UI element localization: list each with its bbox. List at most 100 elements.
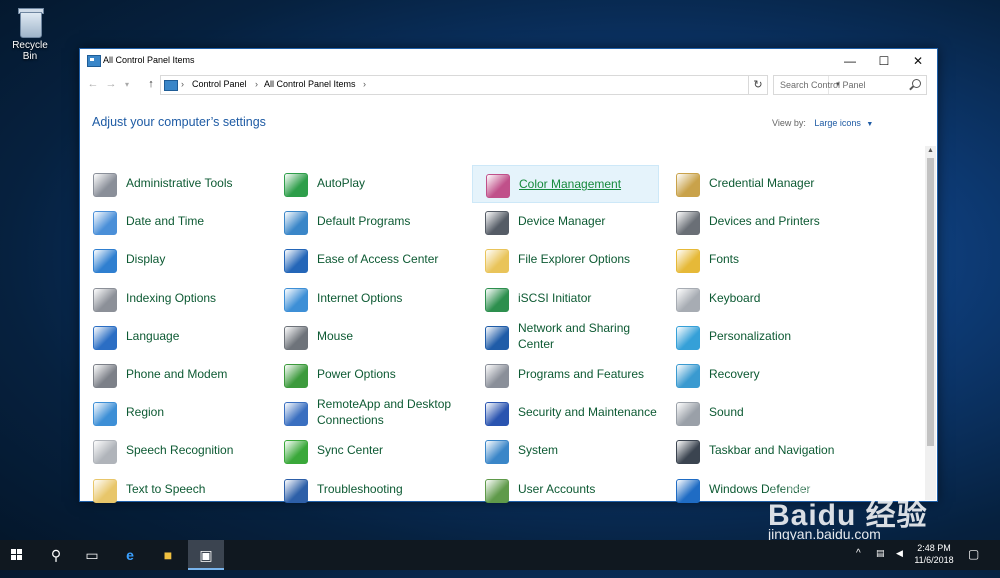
maximize-button[interactable]: ☐ <box>867 49 901 73</box>
control-panel-item[interactable]: Recovery <box>663 356 848 392</box>
control-panel-item[interactable]: Fonts <box>663 241 848 277</box>
control-panel-item[interactable]: Phone and Modem <box>80 356 265 392</box>
recycle-bin-label: Recycle Bin <box>12 40 48 62</box>
control-panel-item-label: Ease of Access Center <box>317 252 439 266</box>
recent-locations-chevron-icon[interactable]: ▾ <box>120 80 134 89</box>
phone-modem-icon <box>93 364 117 388</box>
control-panel-item[interactable]: Internet Options <box>271 280 456 316</box>
system-icon <box>485 440 509 464</box>
view-by: View by: Large icons ▼ <box>772 118 873 128</box>
control-panel-item-label: Language <box>126 329 180 343</box>
vertical-scrollbar[interactable]: ▲ <box>925 146 936 500</box>
control-panel-item[interactable]: Power Options <box>271 356 456 392</box>
control-panel-item-label: Color Management <box>519 177 622 191</box>
control-panel-item-label: Device Manager <box>518 214 606 228</box>
view-by-dropdown[interactable]: Large icons <box>814 118 861 128</box>
control-panel-item[interactable]: Network and Sharing Center <box>472 318 657 354</box>
default-programs-icon <box>284 211 308 235</box>
control-panel-item[interactable]: Device Manager <box>472 203 657 239</box>
control-panel-item[interactable]: iSCSI Initiator <box>472 280 657 316</box>
internet-options-icon <box>284 288 308 312</box>
recycle-bin[interactable]: Recycle Bin <box>4 4 56 62</box>
control-panel-item[interactable]: Text to Speech <box>80 471 265 507</box>
control-panel-item[interactable]: Region <box>80 394 265 430</box>
control-panel-item[interactable]: Sync Center <box>271 432 456 468</box>
scrollbar-thumb[interactable] <box>927 158 934 446</box>
show-hidden-icons-chevron-icon[interactable]: ^ <box>856 548 861 578</box>
task-view-icon[interactable]: ▭ <box>74 540 110 570</box>
control-panel-item[interactable]: AutoPlay <box>271 165 456 201</box>
breadcrumb-separator-icon[interactable]: › <box>363 79 366 89</box>
control-panel-item-label: Display <box>126 252 166 266</box>
credential-manager-icon <box>676 173 700 197</box>
control-panel-item-label: Devices and Printers <box>709 214 820 228</box>
volume-icon[interactable]: ◀ <box>896 548 903 578</box>
control-panel-item[interactable]: Programs and Features <box>472 356 657 392</box>
start-button[interactable] <box>0 540 36 570</box>
control-panel-item[interactable]: Troubleshooting <box>271 471 456 507</box>
search-input[interactable]: Search Control Panel <box>773 75 927 95</box>
search-icon[interactable]: ⚲ <box>38 540 74 570</box>
sound-icon <box>676 402 700 426</box>
display-icon <box>93 249 117 273</box>
refresh-icon[interactable]: ↻ <box>748 75 768 95</box>
title-bar[interactable]: All Control Panel Items — ☐ ✕ <box>80 49 937 73</box>
control-panel-item-label: Programs and Features <box>518 367 645 381</box>
speech-recognition-icon <box>93 440 117 464</box>
breadcrumb-all-items[interactable]: All Control Panel Items <box>264 79 356 89</box>
control-panel-item[interactable]: User Accounts <box>472 471 657 507</box>
control-panel-item[interactable]: Keyboard <box>663 280 848 316</box>
minimize-button[interactable]: — <box>833 49 867 73</box>
control-panel-item[interactable]: Default Programs <box>271 203 456 239</box>
address-bar[interactable]: › Control Panel › All Control Panel Item… <box>160 75 840 95</box>
control-panel-item-label: Keyboard <box>709 291 761 305</box>
control-panel-item-label: Credential Manager <box>709 176 815 190</box>
action-center-icon[interactable]: ▢ <box>968 547 979 577</box>
autoplay-icon <box>284 173 308 197</box>
back-arrow-icon[interactable]: ← <box>86 78 100 90</box>
control-panel-taskbar-icon[interactable]: ▣ <box>188 540 224 570</box>
control-panel-item[interactable]: Devices and Printers <box>663 203 848 239</box>
close-button[interactable]: ✕ <box>901 49 935 73</box>
control-panel-item[interactable]: Taskbar and Navigation <box>663 432 848 468</box>
control-panel-item[interactable]: Indexing Options <box>80 280 265 316</box>
breadcrumb-separator-icon[interactable]: › <box>255 79 258 89</box>
control-panel-item[interactable]: Personalization <box>663 318 848 354</box>
breadcrumb-separator-icon[interactable]: › <box>181 79 184 89</box>
control-panel-item[interactable]: Credential Manager <box>663 165 848 201</box>
forward-arrow-icon[interactable]: → <box>104 78 118 90</box>
fonts-icon <box>676 249 700 273</box>
control-panel-item[interactable]: System <box>472 432 657 468</box>
control-panel-item[interactable]: File Explorer Options <box>472 241 657 277</box>
internet-explorer-icon[interactable]: e <box>112 540 148 570</box>
control-panel-item[interactable]: Ease of Access Center <box>271 241 456 277</box>
control-panel-item-label: Personalization <box>709 329 792 343</box>
control-panel-item[interactable]: Date and Time <box>80 203 265 239</box>
control-panel-item[interactable]: Speech Recognition <box>80 432 265 468</box>
control-panel-window: All Control Panel Items — ☐ ✕ ← → ▾ ↑ › … <box>79 48 938 503</box>
control-panel-item-label: iSCSI Initiator <box>518 291 592 305</box>
control-panel-item[interactable]: Language <box>80 318 265 354</box>
control-panel-item-label: Fonts <box>709 252 740 266</box>
control-panel-item[interactable]: Display <box>80 241 265 277</box>
control-panel-item-label: Text to Speech <box>126 482 206 496</box>
chevron-down-icon[interactable]: ▼ <box>866 121 873 128</box>
control-panel-item[interactable]: Color Management <box>472 165 659 203</box>
control-panel-item-label: Network and Sharing Center <box>518 321 631 351</box>
control-panel-item[interactable]: RemoteApp and Desktop Connections <box>271 394 456 430</box>
breadcrumb-control-panel[interactable]: Control Panel <box>192 79 247 89</box>
clock[interactable]: 2:48 PM 11/6/2018 <box>912 542 956 566</box>
network-icon[interactable]: ▤ <box>876 548 885 578</box>
file-explorer-icon[interactable]: ■ <box>150 540 186 570</box>
up-arrow-icon[interactable]: ↑ <box>144 78 158 90</box>
control-panel-item[interactable]: Mouse <box>271 318 456 354</box>
clock-date: 11/6/2018 <box>914 555 954 565</box>
clock-time: 2:48 PM <box>917 543 951 553</box>
control-panel-icon <box>87 55 101 67</box>
control-panel-item[interactable]: Administrative Tools <box>80 165 265 201</box>
control-panel-item[interactable]: Security and Maintenance <box>472 394 657 430</box>
scroll-up-arrow-icon[interactable]: ▲ <box>927 147 934 154</box>
remoteapp-icon <box>284 402 308 426</box>
control-panel-item[interactable]: Sound <box>663 394 848 430</box>
language-icon <box>93 326 117 350</box>
